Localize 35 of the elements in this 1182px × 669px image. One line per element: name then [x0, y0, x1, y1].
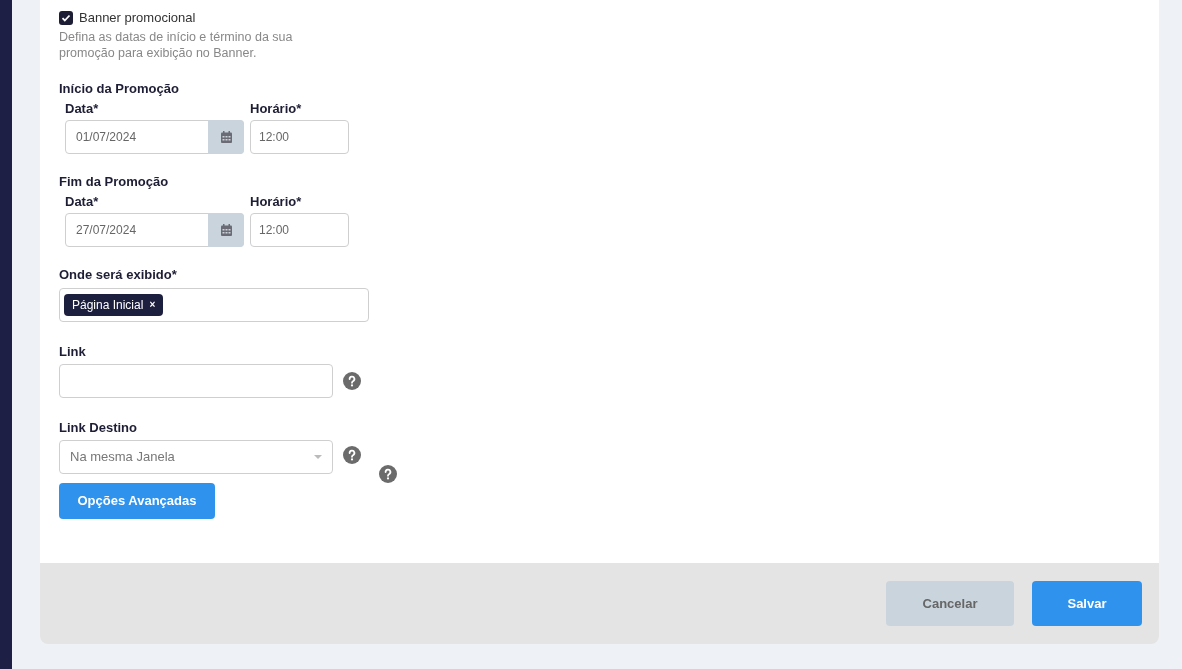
field-label: Data* — [65, 100, 100, 117]
dropdown-caret-icon — [314, 454, 322, 459]
field-label: Horário* — [250, 100, 303, 117]
tag-chip[interactable]: Página Inicial × — [64, 293, 164, 316]
help-icon[interactable] — [379, 464, 397, 483]
tags-field[interactable]: Página Inicial × — [59, 287, 369, 322]
time-field[interactable]: 12:00 — [250, 212, 349, 247]
section-title: Fim da Promoção — [59, 173, 170, 190]
tag-label: Página Inicial — [72, 296, 144, 314]
field-label: Onde será exibido* — [59, 266, 178, 283]
help-icon[interactable] — [343, 371, 361, 390]
banner-description: Defina as datas de início e término da sua promoção para exibição no Banner. — [59, 28, 294, 61]
calendar-icon — [220, 130, 232, 143]
advanced-options-button[interactable]: Opções Avançadas — [59, 482, 215, 519]
cancel-button[interactable]: Cancelar — [886, 581, 1014, 626]
link-target-select[interactable]: Na mesma Janela — [59, 439, 333, 474]
save-button[interactable]: Salvar — [1032, 581, 1142, 626]
date-field[interactable]: 01/07/2024 — [65, 119, 244, 154]
field-label: Link — [59, 343, 87, 360]
calendar-button[interactable] — [208, 119, 244, 154]
link-field[interactable] — [59, 363, 333, 398]
date-field[interactable]: 27/07/2024 — [65, 212, 244, 247]
remove-tag-button[interactable]: × — [149, 297, 156, 312]
calendar-button[interactable] — [208, 212, 244, 247]
calendar-icon — [220, 223, 232, 236]
checkbox[interactable] — [59, 10, 73, 25]
help-icon[interactable] — [343, 445, 361, 464]
checkbox-label: Banner promocional — [79, 9, 196, 27]
field-label: Link Destino — [59, 419, 138, 436]
check-icon — [61, 12, 71, 23]
select-value: Na mesma Janela — [70, 447, 175, 466]
field-label: Data* — [65, 193, 100, 210]
field-label: Horário* — [250, 193, 303, 210]
time-field[interactable]: 12:00 — [250, 119, 349, 154]
section-title: Início da Promoção — [59, 80, 180, 97]
